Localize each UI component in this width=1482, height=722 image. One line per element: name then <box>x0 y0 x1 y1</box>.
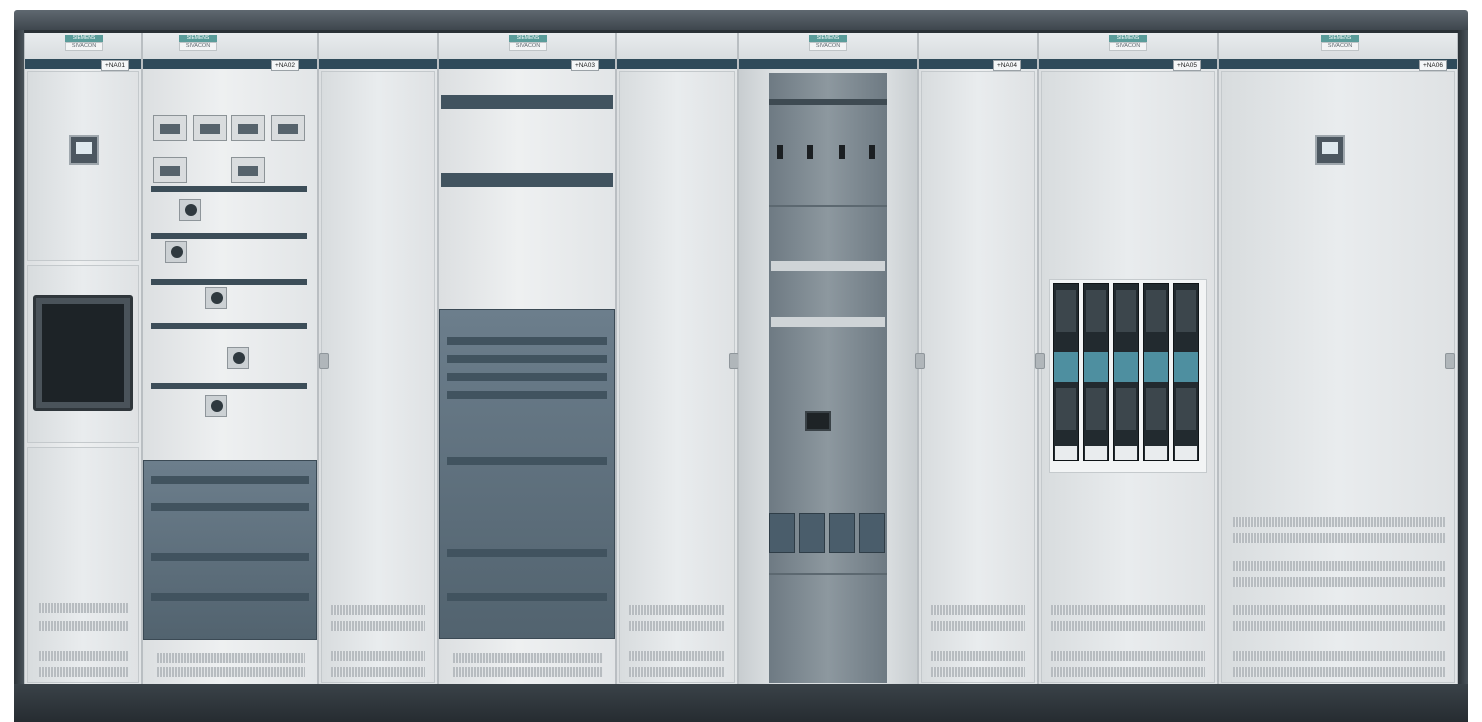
plinth <box>14 684 1468 722</box>
fuse-switch-icon[interactable] <box>1173 283 1199 461</box>
panel-na04: +NA04 <box>915 33 1038 684</box>
circuit-breaker-icon[interactable] <box>153 157 187 183</box>
vent-grille <box>39 621 129 631</box>
circuit-breaker-icon[interactable] <box>193 115 227 141</box>
circuit-breaker-icon[interactable] <box>231 115 265 141</box>
left-side-post <box>14 30 24 684</box>
section-tag-na03: +NA03 <box>570 60 599 71</box>
rotary-switch-icon[interactable] <box>179 199 201 221</box>
door-meter[interactable] <box>27 71 139 261</box>
panel-busbar-section: SIEMENS SIVACON <box>738 33 918 684</box>
panel-na05: SIEMENS SIVACON +NA05 <box>1035 33 1218 684</box>
right-side-post <box>1458 30 1468 684</box>
vent-grille <box>39 603 129 613</box>
rotary-switch-icon[interactable] <box>165 241 187 263</box>
rotary-switch-icon[interactable] <box>205 287 227 309</box>
busbar-icon <box>771 261 885 271</box>
door-blank[interactable] <box>619 71 735 683</box>
vent-grille <box>39 651 129 661</box>
brand-label-4: SIEMENS SIVACON <box>809 35 847 51</box>
circuit-breaker-icon[interactable] <box>153 115 187 141</box>
fuse-switch-icon[interactable] <box>1053 283 1079 461</box>
power-meter-icon <box>69 135 99 165</box>
door-lower[interactable] <box>27 447 139 683</box>
section-tag-na02: +NA02 <box>270 60 299 71</box>
busbar-icon <box>771 317 885 327</box>
switchboard-photo: SIEMENS SIVACON +NA01 SIEMENS SIVACON +N… <box>0 0 1482 722</box>
panel-blank-2 <box>616 33 739 684</box>
vent-grille <box>39 667 129 677</box>
section-tag-na06: +NA06 <box>1418 60 1447 71</box>
brand-label-1: SIEMENS SIVACON <box>65 35 103 51</box>
door-blank[interactable] <box>921 71 1035 683</box>
panel-na06: SIEMENS SIVACON +NA06 <box>1218 33 1458 684</box>
panel-na03: SIEMENS SIVACON +NA03 <box>438 33 616 684</box>
withdrawable-module-rack <box>143 460 317 640</box>
brand-label-2: SIEMENS SIVACON <box>179 35 217 51</box>
panel-blank-1 <box>318 33 438 684</box>
fuse-switch-icon[interactable] <box>1113 283 1139 461</box>
panel-na01: SIEMENS SIVACON +NA01 <box>24 33 142 684</box>
air-circuit-breaker-icon <box>33 295 133 411</box>
panel-na02: SIEMENS SIVACON +NA02 <box>142 33 318 684</box>
section-tag-na04: +NA04 <box>992 60 1021 71</box>
switchboard-roof <box>14 10 1468 32</box>
brand-label-3: SIEMENS SIVACON <box>509 35 547 51</box>
fuse-switch-icon[interactable] <box>1143 283 1169 461</box>
power-meter-icon <box>1315 135 1345 165</box>
brand-label-5: SIEMENS SIVACON <box>1109 35 1147 51</box>
brand-label-6: SIEMENS SIVACON <box>1321 35 1359 51</box>
section-tag-na01: +NA01 <box>100 60 129 71</box>
section-tag-na05: +NA05 <box>1172 60 1201 71</box>
rotary-switch-icon[interactable] <box>205 395 227 417</box>
fuse-switch-icon[interactable] <box>1083 283 1109 461</box>
cable-duct-icon <box>769 73 887 683</box>
circuit-breaker-icon[interactable] <box>231 157 265 183</box>
rotary-switch-icon[interactable] <box>227 347 249 369</box>
circuit-breaker-icon[interactable] <box>271 115 305 141</box>
door-blank[interactable] <box>321 71 435 683</box>
